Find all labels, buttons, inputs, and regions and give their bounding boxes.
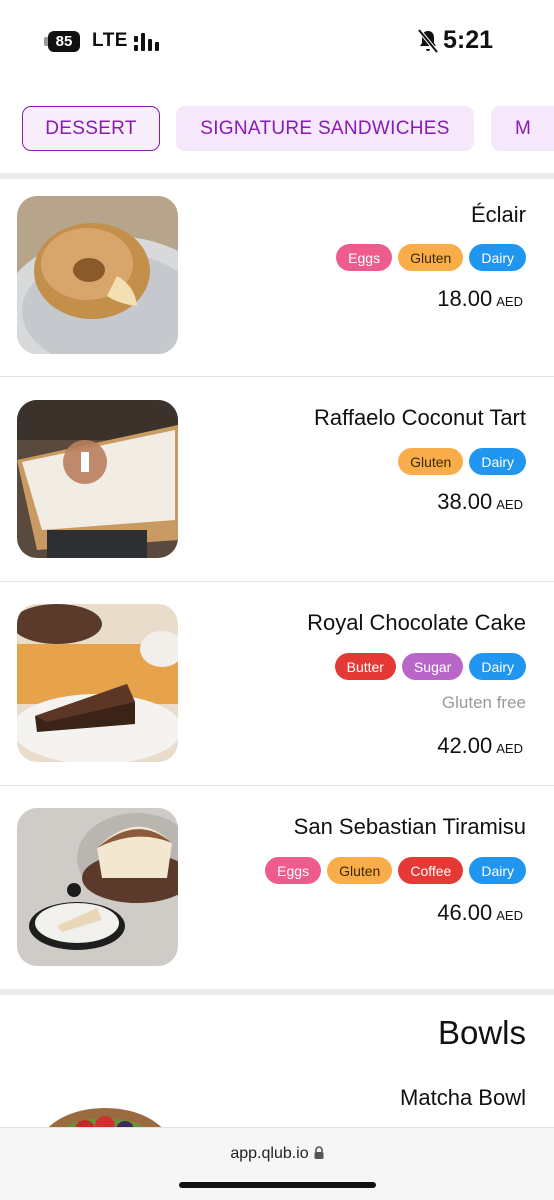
price-currency: AED xyxy=(496,741,523,756)
home-indicator[interactable] xyxy=(179,1182,376,1188)
item-price: 42.00 AED xyxy=(437,733,523,759)
tag-dairy: Dairy xyxy=(469,244,526,271)
item-name: Raffaelo Coconut Tart xyxy=(314,405,526,430)
tab-partial[interactable]: M xyxy=(491,106,554,151)
price-currency: AED xyxy=(496,294,523,309)
item-price: 18.00 AED xyxy=(437,286,523,312)
tag-coffee: Coffee xyxy=(398,857,464,884)
category-tabs: DESSERT SIGNATURE SANDWICHES M xyxy=(0,106,554,152)
price-value: 18.00 xyxy=(437,286,493,311)
tag-butter: Butter xyxy=(334,653,396,680)
item-name: Royal Chocolate Cake xyxy=(307,610,526,635)
item-photo xyxy=(17,604,178,762)
price-value: 38.00 xyxy=(437,489,493,514)
menu-item-raffaelo-coconut-tart[interactable]: Raffaelo Coconut Tart Gluten Dairy 38.00… xyxy=(0,377,554,581)
price-value: 46.00 xyxy=(437,900,493,925)
browser-bar: app.qlub.io xyxy=(0,1127,554,1200)
clock: 5:21 xyxy=(443,26,494,54)
tag-gluten: Gluten xyxy=(398,448,464,475)
tag-dairy: Dairy xyxy=(469,448,526,475)
tag-eggs: Eggs xyxy=(336,244,393,271)
item-photo xyxy=(17,196,178,354)
tab-signature-sandwiches[interactable]: SIGNATURE SANDWICHES xyxy=(176,106,474,151)
item-name: Éclair xyxy=(470,202,526,227)
item-photo xyxy=(17,400,178,558)
lock-icon xyxy=(314,1146,324,1159)
tag-eggs: Eggs xyxy=(265,857,322,884)
tag-gluten: Gluten xyxy=(398,244,464,271)
menu-item-matcha-bowl[interactable]: Matcha Bowl xyxy=(400,1085,526,1111)
menu-item-royal-chocolate-cake[interactable]: Royal Chocolate Cake Butter Sugar Dairy … xyxy=(0,582,554,786)
section-title: Bowls xyxy=(437,1014,526,1051)
item-price: 38.00 AED xyxy=(437,489,523,515)
dietary-note: Gluten free xyxy=(441,693,526,712)
menu-item-san-sebastian-tiramisu[interactable]: San Sebastian Tiramisu Eggs Gluten Coffe… xyxy=(0,786,554,990)
status-bar: 85 LTE 5:21 xyxy=(0,0,554,84)
section-divider xyxy=(0,989,554,995)
url-bar[interactable]: app.qlub.io xyxy=(0,1145,554,1163)
price-value: 42.00 xyxy=(437,733,493,758)
allergen-tags: Gluten Dairy xyxy=(398,448,526,475)
network-type: LTE xyxy=(92,30,128,51)
signal-icon xyxy=(134,33,159,51)
item-price: 46.00 AED xyxy=(437,900,523,926)
url-text[interactable]: app.qlub.io xyxy=(230,1145,308,1162)
tag-sugar: Sugar xyxy=(401,653,464,680)
price-currency: AED xyxy=(496,908,523,923)
battery-level: 85 xyxy=(48,31,80,52)
menu-item-eclair[interactable]: Éclair Eggs Gluten Dairy 18.00 AED xyxy=(0,179,554,376)
battery-icon: 85 xyxy=(44,31,82,52)
item-photo xyxy=(17,808,178,966)
tag-dairy: Dairy xyxy=(469,653,526,680)
bell-off-icon xyxy=(417,28,439,54)
tag-dairy: Dairy xyxy=(469,857,526,884)
price-currency: AED xyxy=(496,497,523,512)
allergen-tags: Butter Sugar Dairy xyxy=(334,653,526,680)
allergen-tags: Eggs Gluten Coffee Dairy xyxy=(265,857,526,884)
item-name: San Sebastian Tiramisu xyxy=(293,814,526,839)
tag-gluten: Gluten xyxy=(327,857,393,884)
allergen-tags: Eggs Gluten Dairy xyxy=(336,244,526,271)
tab-dessert[interactable]: DESSERT xyxy=(22,106,160,151)
